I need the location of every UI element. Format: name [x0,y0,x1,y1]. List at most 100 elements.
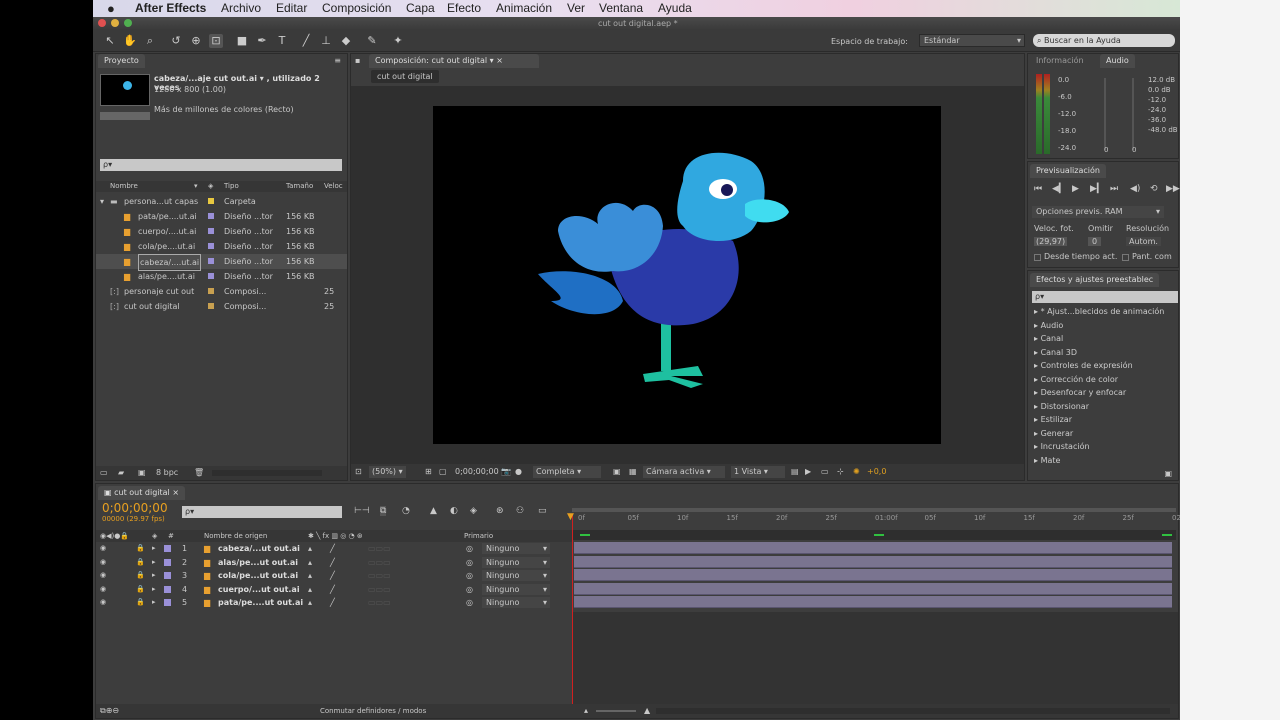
audio-toggle-icon[interactable]: ◀) [1130,184,1140,194]
layer-label-swatch[interactable] [164,599,171,606]
close-tab-icon[interactable]: × [496,56,503,65]
auto-keyframe-icon[interactable]: ⊛ [496,506,504,516]
parent-select[interactable]: Ninguno ▾ [482,570,550,581]
tab-previsualizacion[interactable]: Previsualización [1030,164,1106,178]
playhead-icon[interactable]: ▼ [567,512,574,522]
timecode-field[interactable]: 0;00;00;00 [455,464,499,480]
audio-slider-left[interactable] [1104,78,1106,150]
safe-zones-icon[interactable]: ⊞ [425,464,432,480]
label-color-swatch[interactable] [208,198,214,204]
zoom-in-icon[interactable]: ▲ [644,706,650,715]
composition-subtab[interactable]: cut out digital [371,70,439,83]
rotate-tool-icon[interactable]: ↺ [169,34,183,48]
effects-category[interactable]: ▸ Canal 3D [1034,348,1077,357]
project-item[interactable]: ▾ ▬ persona...ut capas Carpeta [96,194,347,209]
project-item[interactable]: ▆ cola/pe....ut.ai Diseño ...tor 156 KB [96,239,347,254]
transparency-grid-icon[interactable]: ▦ [629,464,637,480]
last-frame-icon[interactable]: ⏭ [1110,184,1118,194]
col-tamano[interactable]: Tamaño [286,181,313,192]
brush-tool-icon[interactable]: ╱ [299,34,313,48]
layer-label-swatch[interactable] [164,545,171,552]
render-icon[interactable]: ▭ [538,506,547,516]
layer-label-swatch[interactable] [164,572,171,579]
parent-select[interactable]: Ninguno ▾ [482,556,550,568]
mask-view-icon[interactable]: ▢ [439,464,447,480]
expand-triangle-icon[interactable]: ▸ [152,583,156,596]
visibility-eye-icon[interactable]: ◉ [100,596,106,609]
lock-icon[interactable]: 🔒 [136,569,145,582]
menu-ventana[interactable]: Ventana [599,1,643,15]
label-color-swatch[interactable] [208,213,214,219]
tab-composicion[interactable]: Composición: cut out digital ▾ × [369,54,539,68]
layer-row[interactable]: ◉ 🔒 ▸ 5 ▆ pata/pe....ut out.ai ▴ ╱ ▭▭▭ ◎ Ninguno ▾ [96,596,572,609]
apple-icon[interactable]: ● [107,1,115,16]
parent-pickwhip-icon[interactable]: ◎ [466,583,473,596]
camera-select[interactable]: Cámara activa ▾ [643,466,725,478]
label-color-swatch[interactable] [208,258,214,264]
effects-category[interactable]: ▸ * Ajust...blecidos de animación [1034,307,1164,316]
effects-search-input[interactable]: ρ▾ [1032,291,1178,303]
close-tab-icon[interactable]: × [172,488,179,497]
comp-canvas[interactable] [433,106,941,444]
label-color-swatch[interactable] [208,243,214,249]
prev-frame-icon[interactable]: ◀▎ [1052,184,1066,194]
comp-mini-flowchart-icon[interactable]: ⊢⊣ [354,506,370,516]
current-time-indicator[interactable] [572,514,573,704]
pan-behind-tool-icon[interactable]: ⊡ [209,34,223,48]
tab-proyecto[interactable]: Proyecto [98,54,145,68]
selection-tool-icon[interactable]: ↖ [103,34,117,48]
hand-tool-icon[interactable]: ✋ [123,34,137,48]
puppet-tool-icon[interactable]: ✦ [391,34,405,48]
brainstorm-icon[interactable]: ◈ [470,506,477,516]
from-current-checkbox[interactable] [1034,254,1041,261]
fps-input[interactable]: (29,97) [1034,237,1068,246]
layer-row[interactable]: ◉ 🔒 ▸ 2 ▆ alas/pe...ut out.ai ▴ ╱ ▭▭▭ ◎ Ninguno ▾ [96,556,572,569]
resolution-select[interactable]: Completa ▾ [533,466,601,478]
shy-switch-icon[interactable]: ▴ [308,556,312,569]
expand-collapse-icon[interactable]: ⧉⊕⊖ [100,706,119,716]
parent-pickwhip-icon[interactable]: ◎ [466,569,473,582]
expand-triangle-icon[interactable]: ▸ [152,569,156,582]
label-color-swatch[interactable] [208,273,214,279]
layer-duration-bar[interactable] [574,555,1172,568]
effects-category[interactable]: ▸ Desenfocar y enfocar [1034,388,1126,397]
disclosure-triangle-icon[interactable]: ▾ [100,194,104,209]
menu-archivo[interactable]: Archivo [221,1,261,15]
fullscreen-checkbox[interactable] [1122,254,1129,261]
menu-efecto[interactable]: Efecto [447,1,481,15]
interpret-footage-icon[interactable]: ▭ [100,468,108,477]
visibility-eye-icon[interactable]: ◉ [100,569,106,582]
quality-switch-icon[interactable]: ╱ [330,569,335,582]
clone-tool-icon[interactable]: ⊥ [319,34,333,48]
color-channel-icon[interactable]: ● [515,464,522,480]
quality-switch-icon[interactable]: ╱ [330,583,335,596]
tab-efectos[interactable]: Efectos y ajustes preestablec [1030,273,1160,287]
project-item[interactable]: ▆ cuerpo/....ut.ai Diseño ...tor 156 KB [96,224,347,239]
lock-icon[interactable]: ▪ [355,56,360,65]
tab-timeline[interactable]: ▣ cut out digital × [98,486,186,500]
layer-duration-bar[interactable] [574,569,1172,581]
preview-options-select[interactable]: Opciones previs. RAM ▾ [1032,206,1164,218]
expand-triangle-icon[interactable]: ▸ [152,596,156,609]
camera-tool-icon[interactable]: ⊕ [189,34,203,48]
close-window-button[interactable] [98,19,106,27]
col-nombre[interactable]: Nombre [110,181,138,192]
visibility-eye-icon[interactable]: ◉ [100,542,106,555]
parent-select[interactable]: Ninguno ▾ [482,597,550,608]
pen-tool-icon[interactable]: ✒ [255,34,269,48]
draft-3d-icon[interactable]: ⧉ [380,506,387,516]
layer-row[interactable]: ◉ 🔒 ▸ 4 ▆ cuerpo/...ut out.ai ▴ ╱ ▭▭▭ ◎ Ninguno ▾ [96,583,572,596]
skip-input[interactable]: 0 [1088,237,1102,246]
time-ruler[interactable]: 0f 05f 10f 15f 20f 25f 01:00f 05f 10f 15f 20f 25f 02 [572,508,1180,528]
layer-label-swatch[interactable] [164,585,171,593]
region-of-interest-icon[interactable]: ▣ [613,464,621,480]
menu-composicion[interactable]: Composición [322,1,391,15]
project-search-input[interactable]: ρ▾ [100,159,342,171]
effects-category[interactable]: ▸ Incrustación [1034,442,1090,451]
shy-switch-icon[interactable]: ▴ [308,596,312,609]
zoom-window-button[interactable] [124,19,132,27]
trash-icon[interactable]: 🗑 [194,468,204,477]
project-item[interactable]: ▆ pata/pe....ut.ai Diseño ...tor 156 KB [96,209,347,224]
shy-switch-icon[interactable]: ▴ [308,542,312,555]
visibility-eye-icon[interactable]: ◉ [100,583,106,596]
